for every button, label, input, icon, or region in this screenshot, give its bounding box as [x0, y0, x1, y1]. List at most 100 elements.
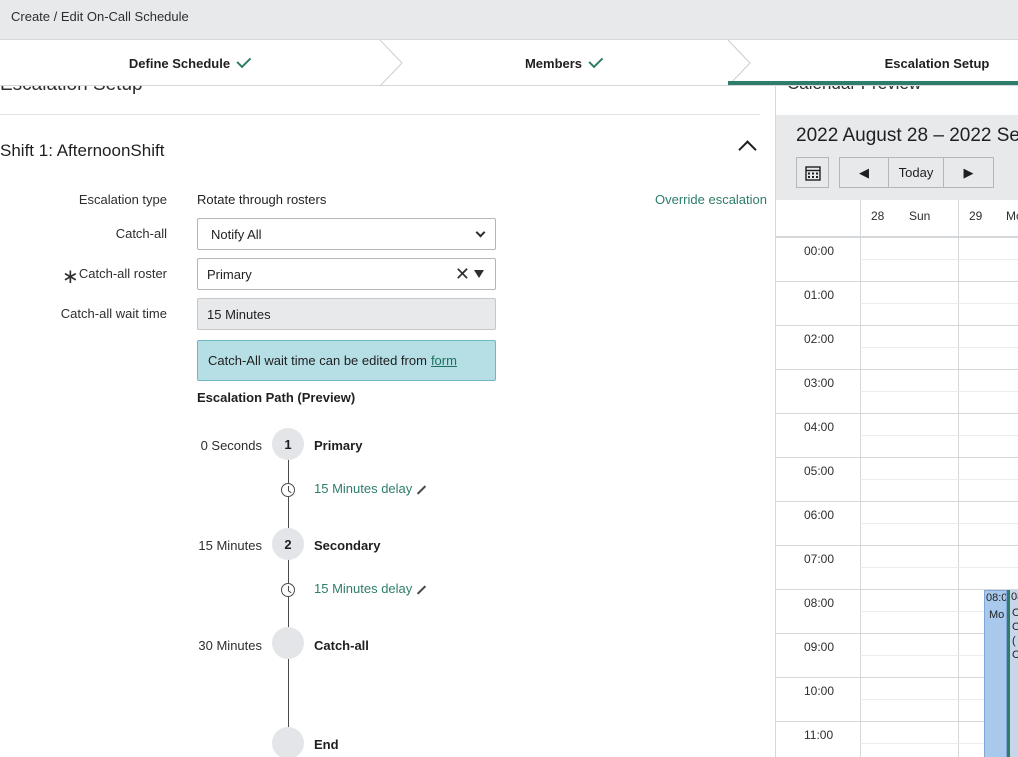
catch-all-select[interactable]: Notify All	[197, 218, 496, 250]
hour-label: 01:00	[804, 288, 835, 302]
path-node-label: End	[314, 737, 339, 752]
divider	[0, 114, 760, 115]
calendar-preview-panel: Calendar Preview 2022 August 28 – 2022 S…	[775, 86, 1018, 757]
path-time: 0 Seconds	[200, 438, 262, 453]
hour-label: 07:00	[804, 552, 835, 566]
edit-pencil-icon[interactable]	[416, 485, 427, 495]
catch-all-selected: Notify All	[211, 226, 262, 242]
half-hour-divider	[860, 523, 1018, 524]
triangle-right-icon: ▶	[963, 164, 974, 180]
section-title: Escalation Setup	[0, 86, 143, 96]
calendar-event[interactable]: 08:0 Mo	[984, 590, 1007, 757]
app-header: Create / Edit On-Call Schedule	[0, 0, 1018, 40]
hour-label: 02:00	[804, 332, 835, 346]
wait-time-value: 15 Minutes	[207, 306, 271, 322]
collapse-chevron-icon[interactable]	[738, 140, 757, 159]
catch-all-roster-field[interactable]: Primary ✕	[197, 258, 496, 290]
wizard-steps: Define Schedule Members Escalation Setup	[0, 40, 1018, 86]
catch-all-roster-value: Primary	[207, 266, 252, 282]
step-escalation-setup[interactable]: Escalation Setup	[750, 40, 1018, 86]
path-node	[272, 727, 304, 757]
hour-divider	[776, 677, 1018, 678]
triangle-left-icon: ◀	[859, 164, 869, 180]
wait-time-field: 15 Minutes	[197, 298, 496, 330]
calendar-event[interactable]: 08 O O ( C	[1007, 590, 1018, 757]
event-time: 08	[1011, 591, 1018, 603]
column-date: 28	[871, 209, 885, 223]
calendar-header-row: 28 Sun 29 Mo	[776, 200, 1018, 237]
path-time: 15 Minutes	[198, 538, 262, 553]
path-delay[interactable]: 15 Minutes delay	[314, 581, 412, 596]
path-node-label: Secondary	[314, 538, 381, 553]
page-title: Create / Edit On-Call Schedule	[11, 9, 189, 24]
hour-label: 05:00	[804, 464, 835, 478]
escalation-setup-panel: Escalation Setup Shift 1: AfternoonShift…	[0, 86, 775, 757]
event-time: 08:0	[986, 592, 1007, 604]
hour-divider	[776, 721, 1018, 722]
half-hour-divider	[860, 259, 1018, 260]
hour-divider	[776, 589, 1018, 590]
hour-divider	[776, 633, 1018, 634]
hour-label: 03:00	[804, 376, 835, 390]
chevron-down-icon	[475, 227, 486, 238]
calendar-icon	[804, 165, 821, 181]
calendar-range: 2022 August 28 – 2022 Septe	[796, 125, 1018, 146]
hour-label: 11:00	[804, 728, 834, 742]
column-date: 29	[969, 209, 983, 223]
path-node	[272, 627, 304, 659]
step-label: Escalation Setup	[884, 55, 990, 71]
hour-divider	[776, 369, 1018, 370]
escalation-path-title: Escalation Path (Preview)	[197, 390, 356, 405]
path-node: 1	[272, 428, 304, 460]
edit-pencil-icon[interactable]	[416, 585, 427, 595]
info-message: Catch-All wait time can be edited from f…	[197, 340, 496, 381]
path-node-label: Catch-all	[314, 638, 369, 653]
dropdown-triangle-icon[interactable]	[474, 270, 484, 278]
step-separator-icon	[728, 40, 751, 86]
hour-divider	[776, 501, 1018, 502]
previous-button[interactable]: ◀	[839, 157, 889, 188]
wait-time-label: Catch-all wait time	[60, 306, 167, 321]
shift-title: Shift 1: AfternoonShift	[0, 141, 165, 160]
check-icon	[236, 53, 252, 69]
next-button[interactable]: ▶	[943, 157, 994, 188]
escalation-type-label: Escalation type	[78, 192, 167, 207]
half-hour-divider	[860, 303, 1018, 304]
calendar-title: Calendar Preview	[787, 86, 921, 94]
form-link[interactable]: form	[431, 353, 457, 368]
step-define-schedule[interactable]: Define Schedule	[0, 40, 380, 86]
hour-divider	[776, 413, 1018, 414]
hour-label: 04:00	[804, 420, 835, 434]
hour-divider	[776, 545, 1018, 546]
hour-label: 00:00	[804, 244, 835, 258]
path-delay[interactable]: 15 Minutes delay	[314, 481, 412, 496]
half-hour-divider	[860, 479, 1018, 480]
half-hour-divider	[860, 347, 1018, 348]
clear-icon[interactable]: ✕	[455, 265, 470, 283]
today-button[interactable]: Today	[888, 157, 944, 188]
hour-label: 06:00	[804, 508, 835, 522]
calendar-grid: 28 Sun 29 Mo 00:00 01:00 02:00 03:00 04:00 05…	[776, 200, 1018, 757]
column-day: Mo	[1006, 209, 1018, 223]
half-hour-divider	[860, 567, 1018, 568]
catch-all-roster-label: Catch-all roster	[78, 266, 167, 281]
today-label: Today	[898, 165, 934, 180]
step-label: Define Schedule	[128, 55, 231, 71]
hour-label: 08:00	[804, 596, 835, 610]
hour-label: 09:00	[804, 640, 835, 654]
path-node-label: Primary	[314, 438, 363, 453]
half-hour-divider	[860, 435, 1018, 436]
hour-divider	[776, 457, 1018, 458]
step-members[interactable]: Members	[400, 40, 728, 86]
check-icon	[588, 53, 604, 69]
step-label: Members	[524, 55, 583, 71]
path-time: 30 Minutes	[198, 638, 262, 653]
catch-all-label: Catch-all	[115, 226, 167, 241]
info-text: Catch-All wait time can be edited from	[208, 353, 427, 368]
column-day: Sun	[909, 209, 931, 223]
hour-divider	[776, 281, 1018, 282]
clock-icon	[281, 483, 295, 497]
active-step-indicator	[728, 81, 1018, 85]
calendar-picker-button[interactable]	[796, 157, 829, 188]
override-escalation-link[interactable]: Override escalation	[655, 192, 767, 207]
